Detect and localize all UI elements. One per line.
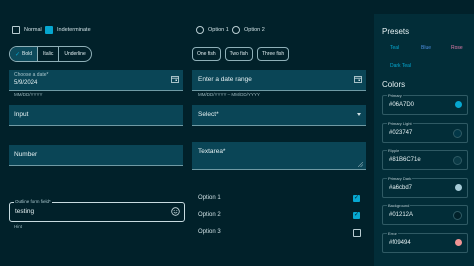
preset-dark-teal[interactable]: Dark Teal: [390, 63, 411, 69]
date-field-value: 5/9/2024: [14, 80, 38, 86]
radio-option-1[interactable]: Option 1: [196, 26, 229, 34]
check-icon: ✓: [15, 51, 21, 58]
date-range-field[interactable]: Enter a date range: [192, 70, 366, 91]
toggle-label: Bold: [22, 51, 33, 57]
checkbox-indeterminate[interactable]: Indeterminate: [45, 26, 91, 34]
color-value: #06A7D0: [389, 102, 415, 108]
option-1-label: Option 1: [198, 195, 221, 201]
option-2-checkbox[interactable]: ✓: [353, 212, 360, 219]
resize-handle-icon[interactable]: [358, 162, 363, 167]
radio-label: Option 1: [208, 27, 229, 33]
colors-title: Colors: [382, 80, 406, 89]
chip-three-fish[interactable]: Three fish: [256, 47, 290, 61]
color-swatch[interactable]: [455, 239, 462, 246]
date-range-hint: MM/DD/YYYY – MM/DD/YYYY: [198, 92, 260, 97]
textarea-field[interactable]: Textarea*: [192, 142, 366, 170]
top-strip: [0, 0, 474, 14]
fish-chip-group: One fish Two fish Three fish: [192, 47, 290, 61]
color-swatch[interactable]: [453, 129, 462, 138]
preset-rose[interactable]: Rose: [451, 45, 463, 51]
preset-teal[interactable]: Teal: [390, 45, 399, 51]
color-name: Ripple: [387, 148, 401, 153]
color-value: #01212A: [389, 212, 414, 218]
color-name: Primary Light: [387, 121, 413, 126]
color-swatch[interactable]: [453, 156, 462, 165]
toggle-italic[interactable]: Italic: [38, 47, 60, 61]
color-value: #023747: [389, 130, 413, 136]
presets-title: Presets: [382, 27, 410, 36]
outline-field-value: testing: [15, 208, 35, 215]
date-range-placeholder: Enter a date range: [198, 76, 252, 83]
checkbox-box[interactable]: [12, 26, 20, 34]
outline-form-field[interactable]: Outline form field* testing: [9, 199, 185, 222]
date-field-hint: MM/DD/YYYY: [14, 92, 43, 97]
check-icon: ✓: [354, 212, 360, 218]
theme-sidebar: Presets Teal Blue Rose Dark Teal Colors …: [374, 14, 474, 266]
color-name: Primary: [387, 93, 403, 98]
toggle-bold[interactable]: ✓ Bold: [10, 47, 39, 61]
color-value: #81B6C71e: [389, 157, 421, 163]
radio-circle[interactable]: [196, 26, 204, 34]
textarea-label: Textarea*: [198, 148, 226, 155]
color-name: Error: [387, 231, 398, 236]
checkbox-label: Normal: [24, 27, 42, 33]
date-field[interactable]: Choose a date* 5/9/2024: [9, 70, 183, 91]
input-label: Input: [14, 111, 29, 118]
input-field[interactable]: Input: [9, 105, 183, 126]
option-3-checkbox[interactable]: [353, 229, 361, 237]
option-1-checkbox[interactable]: ✓: [353, 195, 360, 202]
select-label: Select*: [198, 111, 219, 118]
color-primary-dark[interactable]: Primary Dark #a6cbd7: [382, 176, 468, 198]
number-label: Number: [14, 151, 38, 158]
color-primary[interactable]: Primary #06A7D0: [382, 93, 468, 115]
checkbox-box[interactable]: [45, 26, 53, 34]
color-name: Primary Dark: [387, 176, 413, 181]
color-background[interactable]: Background #01212A: [382, 203, 468, 225]
toggle-underline[interactable]: Underline: [59, 47, 90, 61]
color-ripple[interactable]: Ripple #81B6C71e: [382, 148, 468, 170]
toggle-label: Italic: [43, 51, 54, 57]
date-field-label: Choose a date*: [14, 72, 49, 78]
calendar-icon[interactable]: [354, 75, 362, 83]
color-swatch[interactable]: [455, 184, 462, 191]
toggle-label: Underline: [64, 51, 86, 57]
checkbox-label: Indeterminate: [57, 27, 91, 33]
checkbox-normal[interactable]: Normal: [12, 26, 42, 34]
color-swatch[interactable]: [455, 101, 462, 108]
option-3-label: Option 3: [198, 229, 221, 235]
calendar-icon[interactable]: [171, 75, 179, 83]
chip-one-fish[interactable]: One fish: [192, 47, 221, 61]
outline-field-hint: Hint: [14, 224, 23, 229]
format-toggle-group: ✓ Bold Italic Underline: [9, 46, 92, 62]
select-field[interactable]: Select*: [192, 105, 366, 126]
number-field[interactable]: Number: [9, 145, 183, 166]
option-2-label: Option 2: [198, 212, 221, 218]
smiley-icon[interactable]: [171, 207, 180, 216]
check-icon: ✓: [354, 195, 360, 201]
dropdown-arrow-icon[interactable]: [357, 113, 361, 116]
color-value: #f09494: [389, 240, 411, 246]
color-name: Background: [387, 203, 411, 208]
radio-option-2[interactable]: Option 2: [232, 26, 265, 34]
chip-two-fish[interactable]: Two fish: [224, 47, 253, 61]
color-swatch[interactable]: [453, 211, 462, 220]
radio-circle[interactable]: [232, 26, 240, 34]
color-value: #a6cbd7: [389, 185, 413, 191]
color-error[interactable]: Error #f09494: [382, 231, 468, 253]
preset-blue[interactable]: Blue: [421, 45, 431, 51]
outline-field-label: Outline form field*: [14, 199, 52, 204]
color-primary-light[interactable]: Primary Light #023747: [382, 121, 468, 143]
radio-label: Option 2: [244, 27, 265, 33]
